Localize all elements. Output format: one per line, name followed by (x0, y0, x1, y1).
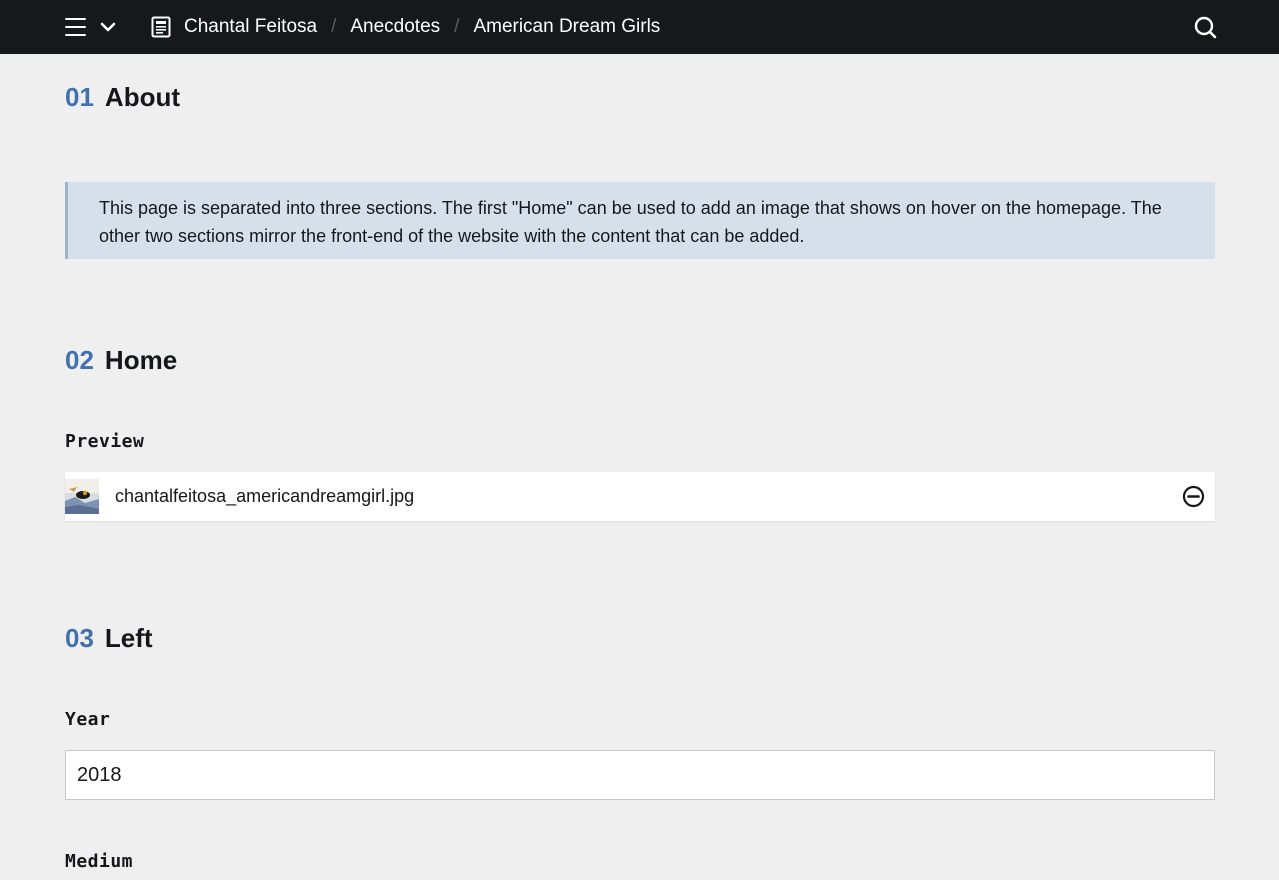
preview-label: Preview (65, 431, 145, 452)
file-thumbnail (65, 479, 99, 514)
page-document-icon (151, 16, 171, 38)
section-name: About (104, 82, 181, 112)
breadcrumb-separator: / (331, 16, 337, 37)
search-button[interactable] (1193, 15, 1217, 39)
year-input[interactable] (65, 750, 1215, 800)
section-title-about: 01 About (65, 82, 180, 113)
hamburger-menu-icon-line (65, 34, 86, 36)
chevron-down-icon (100, 22, 116, 32)
breadcrumb: Chantal Feitosa / Anecdotes / American D… (151, 0, 660, 54)
file-item[interactable]: chantalfeitosa_americandreamgirl.jpg (65, 472, 1215, 521)
search-icon (1194, 16, 1217, 39)
section-name: Left (104, 623, 153, 653)
breadcrumb-item-american-dream-girls[interactable]: American Dream Girls (473, 16, 660, 38)
medium-label: Medium (65, 851, 134, 872)
section-name: Home (104, 345, 178, 375)
breadcrumb-item-anecdotes[interactable]: Anecdotes (350, 16, 440, 38)
top-bar: Chantal Feitosa / Anecdotes / American D… (0, 0, 1279, 54)
info-box: This page is separated into three sectio… (65, 182, 1215, 259)
section-number: 01 (65, 82, 94, 112)
breadcrumb-separator: / (454, 16, 460, 37)
hamburger-menu-icon (65, 18, 86, 20)
year-label: Year (65, 709, 111, 730)
section-title-home: 02 Home (65, 345, 177, 376)
section-title-left: 03 Left (65, 623, 153, 654)
minus-circle-icon (1182, 485, 1205, 508)
breadcrumb-item-chantal-feitosa[interactable]: Chantal Feitosa (184, 16, 317, 38)
section-number: 02 (65, 345, 94, 375)
hamburger-menu-icon-line (65, 26, 86, 28)
section-number: 03 (65, 623, 94, 653)
menu-button[interactable] (64, 15, 88, 39)
menu-dropdown-button[interactable] (99, 19, 117, 35)
remove-file-button[interactable] (1182, 485, 1205, 508)
file-name: chantalfeitosa_americandreamgirl.jpg (115, 486, 415, 506)
